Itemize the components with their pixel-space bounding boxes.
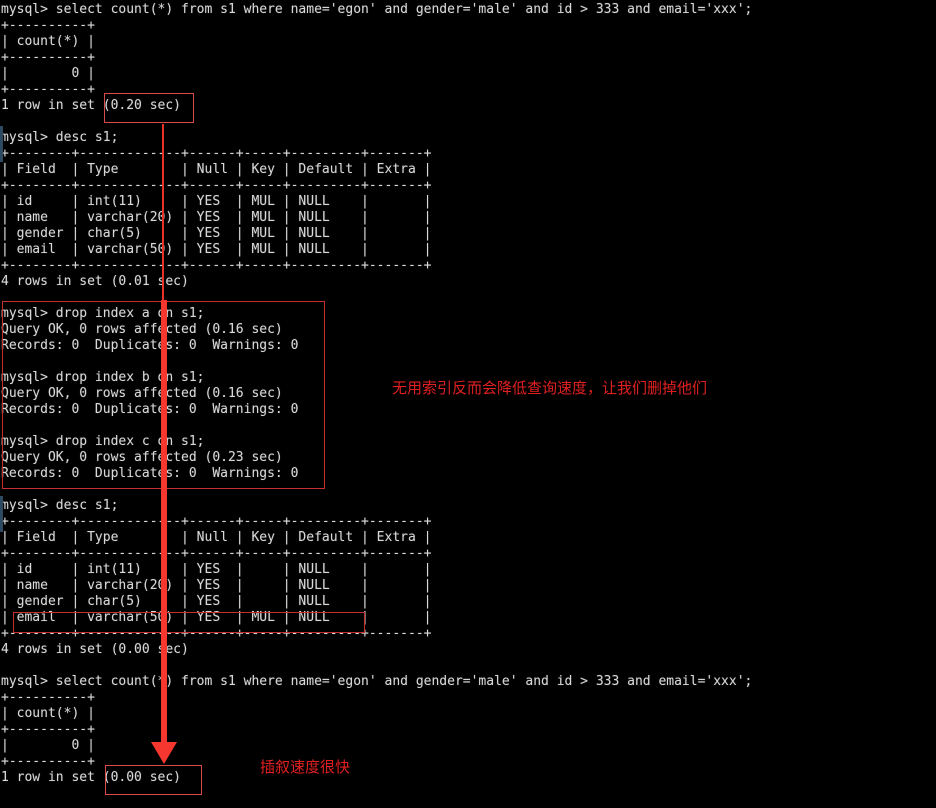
terminal-line: Query OK, 0 rows affected (0.23 sec) <box>1 450 283 465</box>
terminal-line: | count(*) | <box>1 34 95 49</box>
terminal-line: Query OK, 0 rows affected (0.16 sec) <box>1 322 283 337</box>
terminal-line: | 0 | <box>1 738 95 753</box>
terminal-line: | count(*) | <box>1 706 95 721</box>
terminal-line: Records: 0 Duplicates: 0 Warnings: 0 <box>1 466 299 481</box>
terminal-output[interactable]: mysql> select count(*) from s1 where nam… <box>0 0 936 808</box>
terminal-line: | gender | char(5) | YES | MUL | NULL | … <box>1 226 432 241</box>
terminal-line: +--------+-------------+------+-----+---… <box>1 546 432 561</box>
terminal-line: | name | varchar(20) | YES | MUL | NULL … <box>1 210 432 225</box>
terminal-line: +----------+ <box>1 754 95 769</box>
scrollbar-nub-top[interactable] <box>0 126 3 162</box>
terminal-line: Records: 0 Duplicates: 0 Warnings: 0 <box>1 402 299 417</box>
terminal-line: mysql> drop index a on s1; <box>1 306 205 321</box>
terminal-line: | id | int(11) | YES | MUL | NULL | | <box>1 194 432 209</box>
terminal-line: | Field | Type | Null | Key | Default | … <box>1 162 432 177</box>
terminal-line: +--------+-------------+------+-----+---… <box>1 258 432 273</box>
terminal-line: mysql> desc s1; <box>1 498 119 513</box>
terminal-line: Records: 0 Duplicates: 0 Warnings: 0 <box>1 338 299 353</box>
terminal-line: 4 rows in set (0.00 sec) <box>1 642 189 657</box>
terminal-line: mysql> desc s1; <box>1 130 119 145</box>
terminal-line: | name | varchar(20) | YES | | NULL | | <box>1 578 432 593</box>
terminal-line: | Field | Type | Null | Key | Default | … <box>1 530 432 545</box>
terminal-line: +--------+-------------+------+-----+---… <box>1 626 432 641</box>
terminal-line: | email | varchar(50) | YES | MUL | NULL… <box>1 610 432 625</box>
terminal-line: +----------+ <box>1 690 95 705</box>
terminal-line: | email | varchar(50) | YES | MUL | NULL… <box>1 242 432 257</box>
terminal-line: Query OK, 0 rows affected (0.16 sec) <box>1 386 283 401</box>
terminal-line: +----------+ <box>1 50 95 65</box>
terminal-screenshot: mysql> select count(*) from s1 where nam… <box>0 0 936 808</box>
terminal-line: mysql> select count(*) from s1 where nam… <box>1 2 753 17</box>
terminal-line: | id | int(11) | YES | | NULL | | <box>1 562 432 577</box>
terminal-line: 4 rows in set (0.01 sec) <box>1 274 189 289</box>
terminal-line: +--------+-------------+------+-----+---… <box>1 146 432 161</box>
terminal-line: +----------+ <box>1 18 95 33</box>
terminal-line: 1 row in set (0.20 sec) <box>1 98 182 113</box>
terminal-line: +--------+-------------+------+-----+---… <box>1 178 432 193</box>
scrollbar-nub-bottom[interactable] <box>0 496 3 532</box>
terminal-line: +----------+ <box>1 82 95 97</box>
terminal-line: | gender | char(5) | YES | | NULL | | <box>1 594 432 609</box>
terminal-line: mysql> drop index b on s1; <box>1 370 205 385</box>
terminal-line: 1 row in set (0.00 sec) <box>1 770 182 785</box>
terminal-line: mysql> drop index c on s1; <box>1 434 205 449</box>
terminal-line: +----------+ <box>1 722 95 737</box>
terminal-line: | 0 | <box>1 66 95 81</box>
terminal-line: +--------+-------------+------+-----+---… <box>1 514 432 529</box>
terminal-line: mysql> select count(*) from s1 where nam… <box>1 674 753 689</box>
